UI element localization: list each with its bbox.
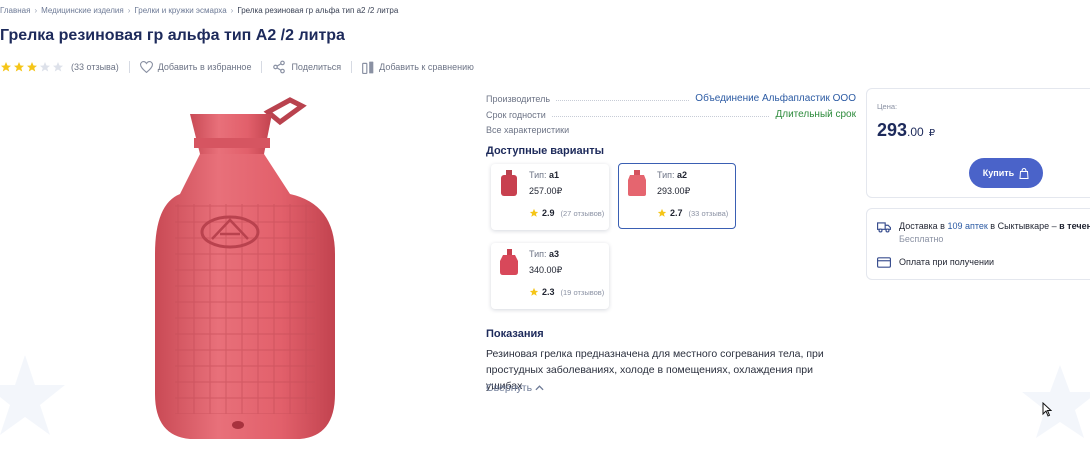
reviews-count-link[interactable]: (33 отзыва) bbox=[71, 62, 119, 72]
spec-dots bbox=[556, 100, 690, 101]
breadcrumb-separator: › bbox=[230, 6, 234, 15]
heart-icon bbox=[139, 61, 153, 73]
currency-symbol: ₽ bbox=[928, 128, 936, 139]
breadcrumb-separator: › bbox=[127, 6, 131, 15]
compare-label: Добавить к сравнению bbox=[379, 62, 474, 72]
price-whole: 293 bbox=[877, 120, 908, 140]
all-specs-link[interactable]: Все характеристики bbox=[486, 125, 569, 135]
divider bbox=[351, 61, 353, 73]
variant-card-a3[interactable]: Тип: а3 340.00₽ 2.3 (19 отзывов) bbox=[491, 243, 609, 309]
variant-price: 257.00₽ bbox=[529, 186, 563, 196]
decor-left-icon bbox=[0, 355, 65, 435]
rating-stars bbox=[0, 61, 65, 73]
share-icon bbox=[273, 60, 286, 74]
divider bbox=[128, 61, 130, 73]
variant-type-value: а3 bbox=[549, 249, 560, 259]
breadcrumb-item-home[interactable]: Главная bbox=[0, 6, 30, 15]
delivery-row: Доставка в 109 аптек в Сыктывкаре – в те… bbox=[877, 221, 1090, 244]
hot-water-bottle-image bbox=[155, 97, 335, 439]
truck-icon bbox=[877, 222, 891, 233]
share-label: Поделиться bbox=[291, 62, 342, 72]
variant-rating: 2.9 (27 отзывов) bbox=[529, 208, 604, 218]
divider bbox=[261, 61, 263, 73]
breadcrumb: Главная › Медицинские изделия › Грелки и кру… bbox=[0, 6, 398, 15]
collapse-button[interactable]: Свернуть bbox=[486, 382, 544, 394]
price-label: Цена: bbox=[877, 102, 898, 111]
spec-label: Производитель bbox=[486, 94, 551, 104]
variant-thumbnail-icon bbox=[500, 249, 518, 275]
shelf-life-value: Длительный срок bbox=[775, 109, 856, 120]
buy-button[interactable]: Купить bbox=[969, 158, 1043, 188]
variant-type-value: а1 bbox=[549, 170, 560, 180]
variant-thumbnail-icon bbox=[501, 170, 517, 196]
payment-text: Оплата при получении bbox=[899, 257, 995, 267]
product-meta-row: (33 отзыва) Добавить в избранное Поделит… bbox=[0, 59, 484, 75]
delivery-cost: Бесплатно bbox=[899, 234, 944, 244]
variant-price: 340.00₽ bbox=[529, 265, 563, 275]
compare-icon bbox=[362, 61, 374, 74]
breadcrumb-current: Грелка резиновая гр альфа тип а2 /2 литр… bbox=[237, 6, 399, 15]
star-filled-icon bbox=[27, 62, 37, 72]
variant-type-prefix: Тип: bbox=[529, 170, 547, 180]
star-filled-icon bbox=[1, 62, 11, 72]
price-box: Цена: 293.00 ₽ Купить bbox=[866, 88, 1090, 198]
mouse-cursor-icon bbox=[1042, 402, 1052, 417]
price-value: 293.00 ₽ bbox=[877, 120, 935, 141]
variant-reviews-count: (19 отзывов) bbox=[560, 287, 605, 297]
star-filled-icon bbox=[657, 208, 667, 217]
spec-label: Срок годности bbox=[486, 110, 546, 120]
variant-rating-value: 2.7 bbox=[670, 208, 683, 218]
variant-rating: 2.7 (33 отзыва) bbox=[657, 208, 728, 218]
variant-card-a1[interactable]: Тип: а1 257.00₽ 2.9 (27 отзывов) bbox=[491, 164, 609, 230]
add-to-favorites-button[interactable]: Добавить в избранное bbox=[139, 61, 252, 73]
bag-icon bbox=[1019, 167, 1029, 179]
specs-list: Производитель Объединение Альфапластик О… bbox=[486, 88, 856, 120]
delivery-middle: в Сыктывкаре – bbox=[987, 221, 1060, 231]
variants-title: Доступные варианты bbox=[486, 145, 605, 157]
chevron-up-icon bbox=[535, 385, 544, 391]
star-empty-icon bbox=[40, 62, 50, 72]
variant-price: 293.00₽ bbox=[657, 186, 691, 196]
variant-type-prefix: Тип: bbox=[657, 170, 675, 180]
star-filled-icon bbox=[529, 208, 539, 217]
delivery-text: Доставка в 109 аптек в Сыктывкаре – в те… bbox=[899, 221, 1090, 231]
collapse-label: Свернуть bbox=[486, 382, 533, 394]
manufacturer-link[interactable]: Объединение Альфапластик ООО bbox=[695, 93, 856, 104]
variant-type: Тип: а3 bbox=[529, 249, 559, 259]
page-title: Грелка резиновая гр альфа тип А2 /2 литр… bbox=[0, 27, 345, 44]
favorite-label: Добавить в избранное bbox=[157, 62, 252, 72]
breadcrumb-item-category[interactable]: Грелки и кружки эсмарха bbox=[134, 6, 226, 15]
spec-dots bbox=[551, 116, 770, 117]
variant-type-prefix: Тип: bbox=[529, 249, 547, 259]
variant-rating: 2.3 (19 отзывов) bbox=[529, 287, 604, 297]
variant-type: Тип: а1 bbox=[529, 170, 559, 180]
variant-thumbnail-icon bbox=[628, 170, 646, 196]
pharmacies-link[interactable]: 109 аптек bbox=[947, 221, 987, 231]
share-button[interactable]: Поделиться bbox=[272, 60, 341, 74]
spec-row-manufacturer: Производитель Объединение Альфапластик О… bbox=[486, 88, 856, 104]
variant-card-a2[interactable]: Тип: а2 293.00₽ 2.7 (33 отзыва) bbox=[618, 163, 736, 229]
decor-right-icon bbox=[1022, 365, 1090, 438]
breadcrumb-separator: › bbox=[34, 6, 38, 15]
spec-row-shelf-life: Срок годности Длительный срок bbox=[486, 104, 856, 120]
variant-reviews-count: (27 отзывов) bbox=[560, 208, 605, 218]
variant-rating-value: 2.3 bbox=[542, 287, 555, 297]
variant-type-value: а2 bbox=[677, 170, 688, 180]
variant-reviews-count: (33 отзыва) bbox=[688, 208, 729, 218]
star-empty-icon bbox=[53, 62, 63, 72]
star-filled-icon bbox=[529, 287, 539, 296]
delivery-prefix: Доставка в bbox=[899, 221, 948, 231]
buy-label: Купить bbox=[982, 168, 1015, 178]
breadcrumb-item-medical[interactable]: Медицинские изделия bbox=[41, 6, 124, 15]
add-to-compare-button[interactable]: Добавить к сравнению bbox=[362, 61, 474, 74]
payment-row: Оплата при получении bbox=[877, 257, 994, 268]
variant-rating-value: 2.9 bbox=[542, 208, 555, 218]
price-cents: .00 bbox=[907, 125, 924, 139]
indications-title: Показания bbox=[486, 328, 544, 340]
star-filled-icon bbox=[14, 62, 24, 72]
delivery-time: в течени bbox=[1059, 221, 1090, 231]
delivery-box: Доставка в 109 аптек в Сыктывкаре – в те… bbox=[866, 208, 1090, 280]
card-icon bbox=[877, 257, 891, 268]
variant-type: Тип: а2 bbox=[657, 170, 687, 180]
